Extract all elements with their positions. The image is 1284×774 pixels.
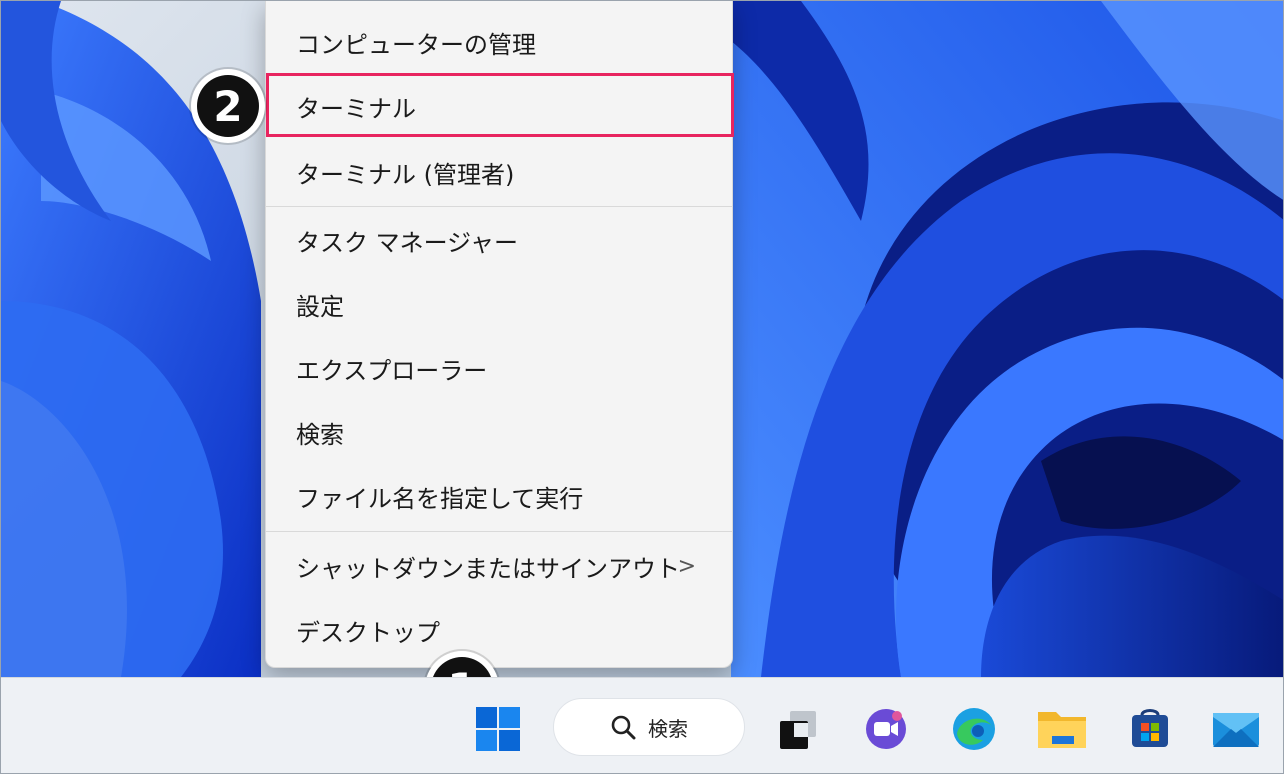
menu-item-label: シャットダウンまたはサインアウト bbox=[296, 554, 680, 583]
chat-button[interactable] bbox=[857, 700, 915, 758]
store-icon bbox=[1132, 709, 1168, 747]
menu-item-terminal-admin[interactable]: ターミナル (管理者) bbox=[266, 141, 732, 203]
mail-icon bbox=[1213, 713, 1259, 747]
menu-item-label: エクスプローラー bbox=[296, 356, 488, 385]
menu-item-desktop[interactable]: デスクトップ bbox=[266, 599, 732, 661]
edge-icon bbox=[953, 708, 995, 750]
menu-item-computer-management[interactable]: コンピューターの管理 bbox=[266, 11, 732, 73]
task-view-icon bbox=[780, 711, 816, 749]
file-explorer-button[interactable] bbox=[1033, 700, 1091, 758]
taskbar-search-box[interactable]: 検索 bbox=[553, 698, 745, 756]
file-explorer-icon bbox=[1038, 712, 1086, 748]
taskbar: 検索 bbox=[1, 677, 1283, 773]
menu-item-label: コンピューターの管理 bbox=[296, 30, 536, 59]
store-button[interactable] bbox=[1121, 700, 1179, 758]
menu-item-search[interactable]: 検索 bbox=[266, 401, 732, 463]
mail-button[interactable] bbox=[1207, 700, 1265, 758]
highlight-box-terminal bbox=[266, 73, 734, 137]
screenshot-frame: コンピューターの管理 ターミナル ターミナル (管理者) タスク マネージャー … bbox=[0, 0, 1284, 774]
edge-button[interactable] bbox=[945, 700, 1003, 758]
menu-item-task-manager[interactable]: タスク マネージャー bbox=[266, 209, 732, 271]
step-number: 2 bbox=[197, 75, 259, 137]
menu-divider bbox=[266, 531, 732, 532]
menu-item-label: デスクトップ bbox=[296, 618, 440, 647]
menu-item-label: ターミナル (管理者) bbox=[296, 160, 515, 189]
menu-item-label: タスク マネージャー bbox=[296, 228, 518, 257]
menu-item-settings[interactable]: 設定 bbox=[266, 273, 732, 335]
menu-divider bbox=[266, 206, 732, 207]
teams-chat-icon bbox=[866, 709, 906, 749]
chevron-right-icon: > bbox=[677, 553, 696, 579]
menu-item-label: ファイル名を指定して実行 bbox=[296, 484, 584, 513]
menu-item-explorer[interactable]: エクスプローラー bbox=[266, 337, 732, 399]
search-icon bbox=[611, 715, 636, 740]
start-icon bbox=[476, 707, 520, 751]
menu-item-label: 検索 bbox=[296, 420, 344, 449]
menu-item-run[interactable]: ファイル名を指定して実行 bbox=[266, 465, 732, 527]
start-button[interactable] bbox=[469, 700, 527, 758]
menu-item-label: 設定 bbox=[296, 292, 344, 321]
search-label: 検索 bbox=[648, 716, 688, 741]
task-view-button[interactable] bbox=[769, 700, 827, 758]
step-badge-2: 2 bbox=[191, 69, 265, 143]
menu-item-shutdown-signout[interactable]: シャットダウンまたはサインアウト > bbox=[266, 535, 732, 597]
